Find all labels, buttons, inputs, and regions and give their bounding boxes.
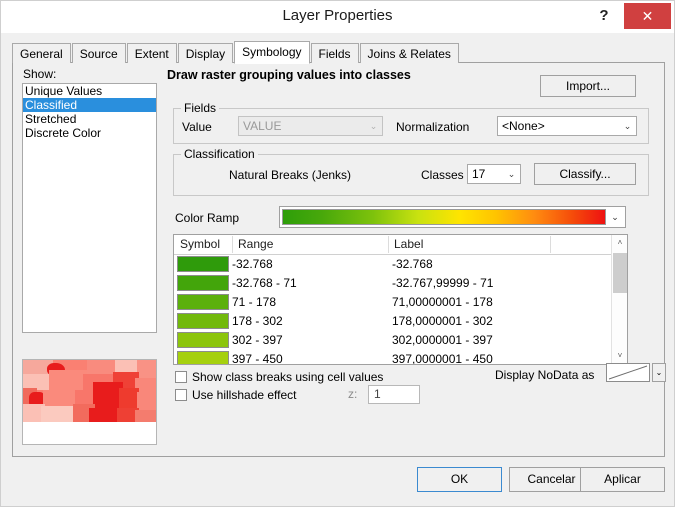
window-title: Layer Properties <box>282 7 393 24</box>
show-label: Show: <box>23 67 57 81</box>
classes-combo[interactable]: 17 ⌄ <box>467 164 521 184</box>
show-item-stretched[interactable]: Stretched <box>23 112 156 126</box>
class-range: 178 - 302 <box>232 314 283 328</box>
class-label: -32.767,99999 - 71 <box>392 276 494 290</box>
class-label: 71,00000001 - 178 <box>392 295 493 309</box>
classes-label: Classes <box>421 168 464 182</box>
show-class-breaks-checkbox[interactable] <box>175 371 187 383</box>
symbology-right-pane: Draw raster grouping values into classes… <box>163 63 666 455</box>
classification-group-legend: Classification <box>181 147 258 161</box>
nodata-swatch[interactable] <box>606 363 650 382</box>
value-label: Value <box>182 120 212 134</box>
classification-method: Natural Breaks (Jenks) <box>229 168 352 182</box>
use-hillshade-checkbox-row[interactable]: Use hillshade effect <box>175 388 297 402</box>
fields-group: Fields Value VALUE ⌄ Normalization <None… <box>173 101 649 144</box>
normalization-label: Normalization <box>396 120 470 134</box>
chevron-down-icon: ⌄ <box>507 169 516 179</box>
show-item-discrete-color[interactable]: Discrete Color <box>23 126 156 140</box>
class-range: -32.768 <box>232 257 273 271</box>
class-label: 302,0000001 - 397 <box>392 333 493 347</box>
class-color-swatch[interactable] <box>177 332 229 348</box>
show-class-breaks-label: Show class breaks using cell values <box>192 370 384 384</box>
table-row[interactable]: 71 - 178 71,00000001 - 178 <box>174 293 627 312</box>
class-label: -32.768 <box>392 257 433 271</box>
tab-symbology[interactable]: Symbology <box>234 41 310 64</box>
chevron-down-icon: ⌄ <box>623 121 632 131</box>
column-header-symbol: Symbol <box>180 237 221 251</box>
color-ramp-combo[interactable]: ⌄ <box>279 206 626 228</box>
show-item-unique-values[interactable]: Unique Values <box>23 84 156 98</box>
help-icon[interactable]: ? <box>592 3 616 29</box>
chevron-down-icon: ⌄ <box>611 212 619 222</box>
fields-group-legend: Fields <box>181 101 220 115</box>
symbology-panel: Show: Unique Values Classified Stretched… <box>12 63 666 457</box>
scroll-down-icon[interactable]: ˅ <box>612 348 627 364</box>
tab-fields[interactable]: Fields <box>310 43 359 63</box>
z-input[interactable]: 1 <box>368 385 420 404</box>
class-color-swatch[interactable] <box>177 351 229 364</box>
close-icon[interactable]: ✕ <box>624 3 671 29</box>
ok-button[interactable]: OK <box>417 467 502 492</box>
class-color-swatch[interactable] <box>177 275 229 291</box>
titlebar: Layer Properties ? ✕ <box>1 1 674 33</box>
class-range: 302 - 397 <box>232 333 283 347</box>
nodata-label: Display NoData as <box>495 368 595 382</box>
class-table-header: Symbol Range Label <box>174 235 627 255</box>
table-row[interactable]: -32.768 -32.768 <box>174 255 627 274</box>
class-range: 71 - 178 <box>232 295 277 309</box>
use-hillshade-label: Use hillshade effect <box>192 388 297 402</box>
chevron-down-icon: ⌄ <box>369 121 378 131</box>
apply-button[interactable]: Aplicar <box>580 467 665 492</box>
chevron-down-icon: ⌄ <box>655 368 663 377</box>
table-row[interactable]: 302 - 397 302,0000001 - 397 <box>174 331 627 350</box>
scrollbar-thumb[interactable] <box>613 253 627 293</box>
tab-joins-relates[interactable]: Joins & Relates <box>359 43 459 63</box>
page-title: Draw raster grouping values into classes <box>167 68 411 82</box>
color-ramp-label: Color Ramp <box>175 211 240 225</box>
import-button[interactable]: Import... <box>540 75 636 97</box>
normalization-combo[interactable]: <None> ⌄ <box>497 116 637 136</box>
layer-properties-dialog: Layer Properties ? ✕ General Source Exte… <box>0 0 675 507</box>
scroll-up-icon[interactable]: ˄ <box>612 235 627 251</box>
classification-group: Classification Natural Breaks (Jenks) Cl… <box>173 147 649 196</box>
color-ramp-swatch <box>282 209 606 225</box>
class-color-swatch[interactable] <box>177 294 229 310</box>
value-combo-text: VALUE <box>243 119 282 133</box>
column-header-label: Label <box>394 237 424 251</box>
tab-display[interactable]: Display <box>177 43 234 63</box>
class-range: -32.768 - 71 <box>232 276 297 290</box>
table-row[interactable]: 178 - 302 178,0000001 - 302 <box>174 312 627 331</box>
tab-strip: General Source Extent Display Symbology … <box>12 41 665 64</box>
dialog-button-bar: OK Cancelar Aplicar <box>1 467 675 497</box>
nodata-dropdown-arrow[interactable]: ⌄ <box>652 363 666 382</box>
raster-preview-image <box>23 360 156 422</box>
class-label: 397,0000001 - 450 <box>392 352 493 365</box>
class-table-scrollbar[interactable]: ˄ ˅ <box>611 235 627 364</box>
column-header-range: Range <box>238 237 274 251</box>
class-color-swatch[interactable] <box>177 313 229 329</box>
no-color-diagonal-icon <box>608 365 648 380</box>
classify-button[interactable]: Classify... <box>534 163 636 185</box>
tab-general[interactable]: General <box>12 43 71 63</box>
tab-extent[interactable]: Extent <box>126 43 177 63</box>
table-row[interactable]: -32.768 - 71 -32.767,99999 - 71 <box>174 274 627 293</box>
table-row[interactable]: 397 - 450 397,0000001 - 450 <box>174 350 627 365</box>
class-range: 397 - 450 <box>232 352 283 365</box>
value-combo[interactable]: VALUE ⌄ <box>238 116 383 136</box>
class-label: 178,0000001 - 302 <box>392 314 493 328</box>
class-color-swatch[interactable] <box>177 256 229 272</box>
use-hillshade-checkbox[interactable] <box>175 389 187 401</box>
show-class-breaks-checkbox-row[interactable]: Show class breaks using cell values <box>175 370 383 384</box>
show-list[interactable]: Unique Values Classified Stretched Discr… <box>22 83 157 333</box>
class-table[interactable]: Symbol Range Label -32.768 -32.768 -32.7… <box>173 234 628 365</box>
show-item-classified[interactable]: Classified <box>23 98 156 112</box>
tab-source[interactable]: Source <box>71 43 126 63</box>
z-label: z: <box>348 387 358 401</box>
raster-preview <box>22 359 157 445</box>
classes-combo-text: 17 <box>472 167 486 181</box>
normalization-combo-text: <None> <box>502 119 545 133</box>
